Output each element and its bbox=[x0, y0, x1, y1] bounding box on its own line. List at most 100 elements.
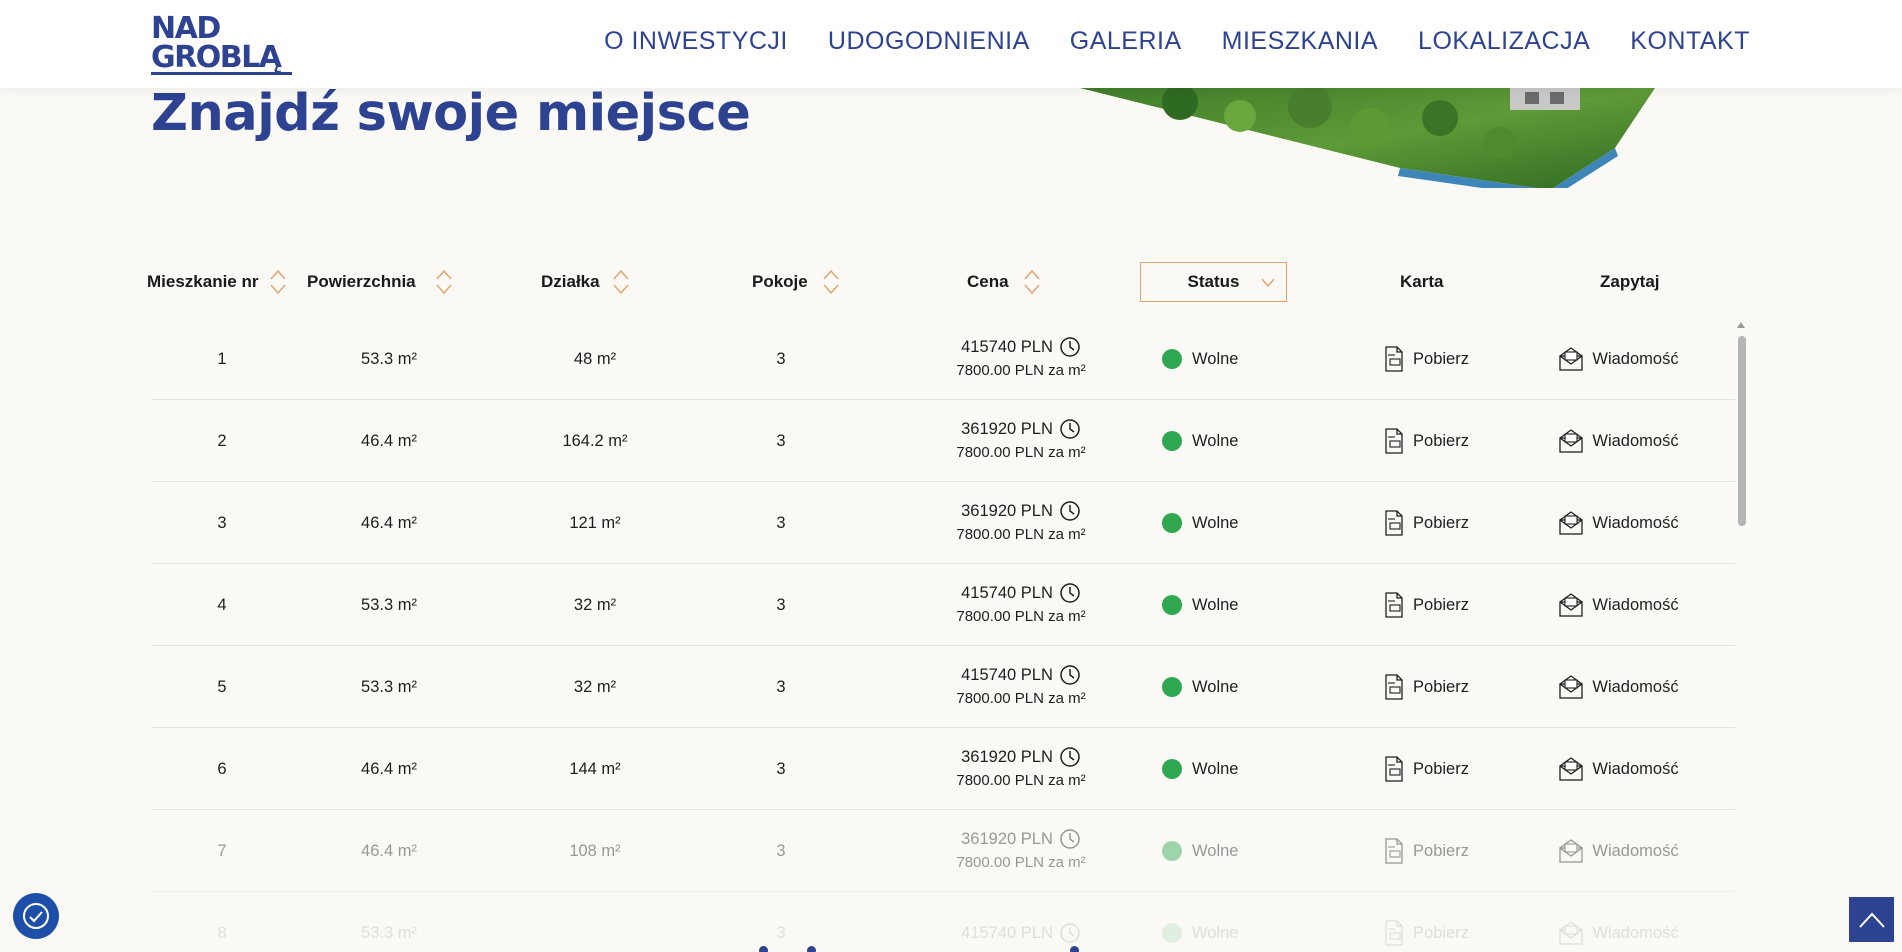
status-dot bbox=[1162, 841, 1182, 861]
envelope-icon bbox=[1558, 429, 1584, 453]
price-total: 415740 PLN bbox=[961, 338, 1053, 356]
clock-icon[interactable] bbox=[1059, 582, 1081, 604]
download-label: Pobierz bbox=[1413, 677, 1469, 696]
sort-arrows-icon[interactable] bbox=[1023, 268, 1041, 296]
price-per-m2: 7800.00 PLN za m² bbox=[956, 362, 1086, 379]
cell-nr: 3 bbox=[217, 513, 227, 532]
download-label: Pobierz bbox=[1413, 431, 1469, 450]
table-row: 5 53.3 m² 32 m² 3 415740 PLN 7800.00 PLN za m… bbox=[151, 646, 1735, 728]
status-dot bbox=[1162, 595, 1182, 615]
table-row: 8 53.3 m² 3 415740 PLN Wolne Pobierz Wiadomość bbox=[151, 892, 1735, 952]
download-label: Pobierz bbox=[1413, 595, 1469, 614]
download-card-link[interactable]: Pobierz bbox=[1361, 564, 1491, 646]
cell-price: 415740 PLN 7800.00 PLN za m² bbox=[911, 564, 1131, 646]
main-nav: O INWESTYCJI UDOGODNIENIA GALERIA MIESZK… bbox=[564, 27, 1750, 56]
cell-price: 361920 PLN 7800.00 PLN za m² bbox=[911, 400, 1131, 482]
price-per-m2: 7800.00 PLN za m² bbox=[956, 772, 1086, 789]
clock-icon[interactable] bbox=[1059, 922, 1081, 944]
send-message-link[interactable]: Wiadomość bbox=[1541, 564, 1696, 646]
send-message-link[interactable]: Wiadomość bbox=[1541, 810, 1696, 892]
table-row: 6 46.4 m² 144 m² 3 361920 PLN 7800.00 PLN za … bbox=[151, 728, 1735, 810]
header-ask: Zapytaj bbox=[1600, 272, 1660, 291]
scrollbar-thumb[interactable] bbox=[1738, 336, 1746, 526]
status-filter-dropdown[interactable]: Status bbox=[1140, 262, 1287, 302]
cell-nr: 7 bbox=[217, 841, 227, 860]
scroll-up-arrow[interactable] bbox=[1737, 322, 1745, 328]
clock-icon[interactable] bbox=[1059, 500, 1081, 522]
envelope-icon bbox=[1558, 593, 1584, 617]
header-nr-label: Mieszkanie nr bbox=[147, 272, 259, 291]
status-label: Wolne bbox=[1192, 595, 1239, 614]
accessibility-button[interactable] bbox=[13, 893, 59, 939]
envelope-icon bbox=[1558, 675, 1584, 699]
site-header: NAD GROBLĄ O INWESTYCJI UDOGODNIENIA GAL… bbox=[0, 0, 1902, 88]
nav-item-lokalizacja[interactable]: LOKALIZACJA bbox=[1418, 27, 1590, 56]
cell-nr: 8 bbox=[217, 923, 227, 942]
send-message-link[interactable]: Wiadomość bbox=[1541, 482, 1696, 564]
price-total: 361920 PLN bbox=[961, 502, 1053, 520]
clock-icon[interactable] bbox=[1059, 746, 1081, 768]
header-nr[interactable]: Mieszkanie nr bbox=[147, 262, 287, 302]
price-total: 361920 PLN bbox=[961, 830, 1053, 848]
nav-item-mieszkania[interactable]: MIESZKANIA bbox=[1222, 27, 1378, 56]
cell-plot: 108 m² bbox=[569, 841, 621, 860]
cell-area: 53.3 m² bbox=[361, 923, 417, 942]
status-label: Wolne bbox=[1192, 349, 1239, 368]
send-message-link[interactable]: Wiadomość bbox=[1541, 892, 1696, 952]
header-rooms[interactable]: Pokoje bbox=[752, 262, 840, 302]
accessibility-icon bbox=[23, 903, 49, 929]
clock-icon[interactable] bbox=[1059, 664, 1081, 686]
pager-dot[interactable] bbox=[807, 946, 816, 952]
send-message-link[interactable]: Wiadomość bbox=[1541, 728, 1696, 810]
cell-rooms: 3 bbox=[776, 923, 786, 942]
document-icon bbox=[1383, 428, 1405, 454]
pager-dot[interactable] bbox=[1070, 946, 1079, 952]
message-label: Wiadomość bbox=[1592, 513, 1679, 532]
cell-status: Wolne bbox=[1151, 318, 1271, 400]
clock-icon[interactable] bbox=[1059, 336, 1081, 358]
document-icon bbox=[1383, 838, 1405, 864]
sort-arrows-icon[interactable] bbox=[822, 268, 840, 296]
status-dot bbox=[1162, 513, 1182, 533]
cell-status: Wolne bbox=[1151, 482, 1271, 564]
pager-dot[interactable] bbox=[759, 946, 768, 952]
sort-arrows-icon[interactable] bbox=[435, 268, 453, 296]
download-card-link[interactable]: Pobierz bbox=[1361, 728, 1491, 810]
header-area[interactable]: Powierzchnia bbox=[307, 262, 453, 302]
download-card-link[interactable]: Pobierz bbox=[1361, 892, 1491, 952]
nav-item-kontakt[interactable]: KONTAKT bbox=[1630, 27, 1750, 56]
header-price[interactable]: Cena bbox=[967, 262, 1041, 302]
nav-item-udogodnienia[interactable]: UDOGODNIENIA bbox=[828, 27, 1030, 56]
message-label: Wiadomość bbox=[1592, 759, 1679, 778]
sort-arrows-icon[interactable] bbox=[269, 268, 287, 296]
cell-status: Wolne bbox=[1151, 810, 1271, 892]
send-message-link[interactable]: Wiadomość bbox=[1541, 318, 1696, 400]
cell-nr: 2 bbox=[217, 431, 227, 450]
download-card-link[interactable]: Pobierz bbox=[1361, 482, 1491, 564]
price-per-m2: 7800.00 PLN za m² bbox=[956, 690, 1086, 707]
logo[interactable]: NAD GROBLĄ bbox=[151, 14, 292, 75]
send-message-link[interactable]: Wiadomość bbox=[1541, 646, 1696, 728]
cell-plot bbox=[529, 892, 661, 952]
scroll-to-top-button[interactable] bbox=[1849, 897, 1894, 942]
message-label: Wiadomość bbox=[1592, 923, 1679, 942]
download-card-link[interactable]: Pobierz bbox=[1361, 646, 1491, 728]
download-label: Pobierz bbox=[1413, 349, 1469, 368]
status-dot bbox=[1162, 759, 1182, 779]
send-message-link[interactable]: Wiadomość bbox=[1541, 400, 1696, 482]
cell-plot: 121 m² bbox=[569, 513, 621, 532]
page-title: Znajdź swoje miejsce bbox=[151, 84, 751, 143]
cell-status: Wolne bbox=[1151, 400, 1271, 482]
cell-nr: 6 bbox=[217, 759, 227, 778]
clock-icon[interactable] bbox=[1059, 828, 1081, 850]
document-icon bbox=[1383, 756, 1405, 782]
nav-item-o-inwestycji[interactable]: O INWESTYCJI bbox=[604, 27, 788, 56]
header-plot[interactable]: Działka bbox=[541, 262, 630, 302]
cell-rooms: 3 bbox=[776, 431, 786, 450]
sort-arrows-icon[interactable] bbox=[612, 268, 630, 296]
clock-icon[interactable] bbox=[1059, 418, 1081, 440]
download-card-link[interactable]: Pobierz bbox=[1361, 810, 1491, 892]
download-card-link[interactable]: Pobierz bbox=[1361, 318, 1491, 400]
nav-item-galeria[interactable]: GALERIA bbox=[1070, 27, 1182, 56]
download-card-link[interactable]: Pobierz bbox=[1361, 400, 1491, 482]
